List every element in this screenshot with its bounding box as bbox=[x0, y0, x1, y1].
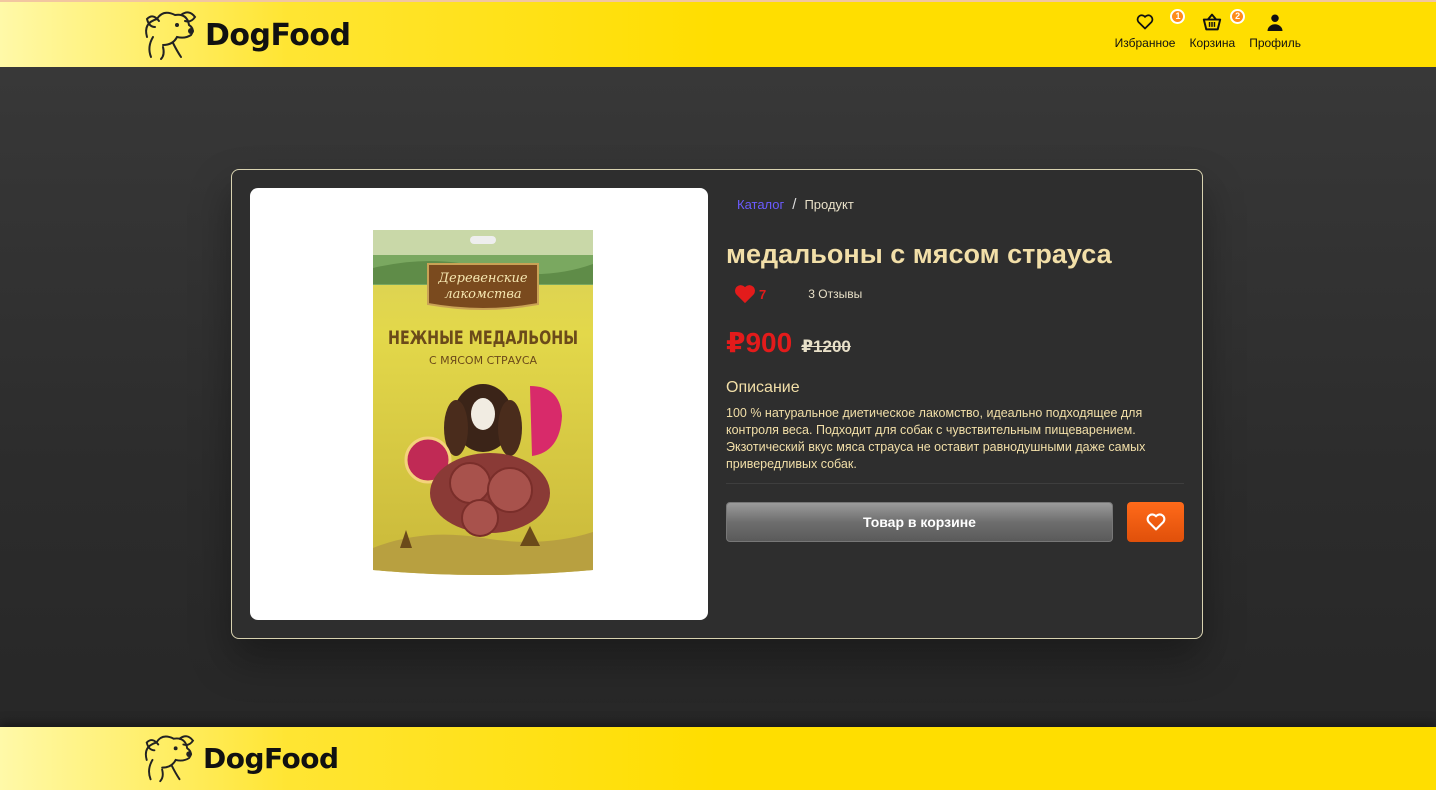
nav-profile[interactable]: Профиль bbox=[1249, 12, 1301, 50]
breadcrumb-current: Продукт bbox=[804, 197, 854, 212]
header-nav: 1 Избранное 2 Корзина Профиль bbox=[1114, 9, 1301, 50]
description-title: Описание bbox=[726, 379, 800, 396]
product-actions: Товар в корзине bbox=[726, 502, 1186, 542]
nav-favorites[interactable]: 1 Избранное bbox=[1114, 9, 1186, 50]
dog-logo-icon bbox=[145, 11, 197, 60]
dog-logo-icon bbox=[144, 735, 195, 783]
logo-text: DogFood bbox=[205, 17, 351, 53]
heart-outline-icon bbox=[1135, 12, 1155, 32]
basket-icon bbox=[1202, 12, 1222, 32]
reviews-count[interactable]: 3 Отзывы bbox=[808, 287, 862, 301]
footer-logo[interactable]: DogFood bbox=[133, 731, 339, 785]
old-price: ₽1200 bbox=[801, 337, 851, 356]
breadcrumb-separator: / bbox=[792, 196, 797, 213]
product-info: Каталог / Продукт медальоны с мясом стра… bbox=[726, 196, 1186, 542]
package-name-line1: НЕЖНЫЕ МЕДАЛЬОНЫ bbox=[388, 327, 578, 349]
cart-count-badge: 2 bbox=[1230, 9, 1246, 24]
package-brand-line2: лакомства bbox=[444, 287, 521, 302]
footer: DogFood bbox=[0, 727, 1436, 790]
product-package-image: Деревенские лакомства НЕЖНЫЕ МЕДАЛЬОНЫ С… bbox=[373, 230, 593, 575]
logo[interactable]: DogFood bbox=[133, 7, 351, 63]
package-brand-line1: Деревенские bbox=[437, 271, 528, 286]
price-row: ₽900 ₽1200 bbox=[726, 326, 1186, 359]
current-price: ₽900 bbox=[726, 327, 793, 358]
header: DogFood 1 Избранное 2 Корзина Профиль bbox=[0, 0, 1436, 67]
product-image: Деревенские лакомства НЕЖНЫЕ МЕДАЛЬОНЫ С… bbox=[250, 188, 708, 620]
user-icon bbox=[1265, 12, 1285, 32]
footer-logo-text: DogFood bbox=[203, 741, 339, 775]
description-text: 100 % натуральное диетическое лакомство,… bbox=[726, 406, 1146, 471]
nav-favorites-label: Избранное bbox=[1114, 36, 1176, 50]
nav-cart-label: Корзина bbox=[1189, 36, 1236, 50]
add-to-favorites-button[interactable] bbox=[1127, 502, 1184, 542]
nav-profile-label: Профиль bbox=[1249, 36, 1301, 50]
likes-count: 7 bbox=[759, 286, 767, 302]
heart-outline-icon bbox=[1146, 513, 1165, 531]
heart-filled-icon bbox=[735, 285, 755, 304]
in-cart-button[interactable]: Товар в корзине bbox=[726, 502, 1113, 542]
divider bbox=[726, 483, 1184, 484]
breadcrumb: Каталог / Продукт bbox=[737, 196, 1186, 213]
favorites-count-badge: 1 bbox=[1170, 9, 1186, 24]
product-title: медальоны с мясом страуса bbox=[726, 239, 1112, 269]
product-meta: 7 3 Отзывы bbox=[733, 284, 1186, 304]
package-name-line2: С МЯСОМ СТРАУСА bbox=[429, 354, 538, 367]
likes-counter[interactable]: 7 bbox=[733, 284, 766, 304]
breadcrumb-catalog-link[interactable]: Каталог bbox=[737, 197, 784, 212]
product-card: Деревенские лакомства НЕЖНЫЕ МЕДАЛЬОНЫ С… bbox=[231, 169, 1203, 639]
nav-cart[interactable]: 2 Корзина bbox=[1189, 9, 1246, 50]
